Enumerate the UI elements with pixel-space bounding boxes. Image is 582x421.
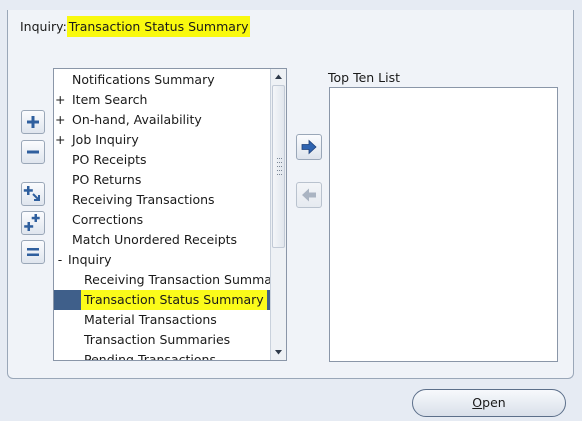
tree-item[interactable]: Transaction Summaries [54,330,270,350]
inquiry-heading: Inquiry: Transaction Status Summary [20,16,251,37]
expand-button[interactable] [21,110,45,134]
top-ten-label: Top Ten List [328,70,401,85]
scroll-up-icon[interactable] [272,70,285,83]
tree-item-label: Item Search [72,92,148,107]
tree-item-label: Pending Transactions [84,352,216,361]
expand-branch-icon [23,186,40,201]
expand-branch-button[interactable] [21,182,45,206]
open-button[interactable]: Open [412,389,566,417]
tree-item[interactable]: Pending Transactions [54,350,270,361]
collapse-node-icon[interactable]: - [55,250,65,270]
tree-scrollbar[interactable] [270,69,286,360]
tree-item-label: Receiving Transactions [72,192,215,207]
expand-all-icon [24,214,40,231]
scrollbar-thumb[interactable] [272,85,285,248]
tree-item-label: Notifications Summary [72,72,215,87]
tree-item-label: Material Transactions [84,312,217,327]
add-to-top-ten-button[interactable] [296,134,322,160]
inquiry-prefix: Inquiry: [20,19,67,34]
tree-item[interactable]: Corrections [54,210,270,230]
tree-item[interactable]: + On-hand, Availability [54,110,270,130]
tree-item[interactable]: Receiving Transactions [54,190,270,210]
tree-item[interactable]: Material Transactions [54,310,270,330]
collapse-all-icon [27,248,39,256]
top-ten-list[interactable] [329,87,558,362]
open-mnemonic: O [472,395,483,410]
tree-item[interactable]: - Inquiry [54,250,270,270]
expand-node-icon[interactable]: + [55,110,65,130]
expand-node-icon[interactable]: + [55,130,65,150]
tree-item[interactable]: Transaction Status Summary [54,290,270,310]
collapse-icon [27,150,39,154]
tree-item[interactable]: PO Receipts [54,150,270,170]
open-label-rest: pen [482,395,506,410]
tree-item-label: Receiving Transaction Summary [84,272,270,287]
collapse-button[interactable] [21,140,45,164]
tree-item-label: PO Returns [72,172,142,187]
tree-item-label: Inquiry [68,252,112,267]
add-right-arrow-icon [301,139,317,155]
tree-item[interactable]: PO Returns [54,170,270,190]
tree-item[interactable]: Receiving Transaction Summary [54,270,270,290]
tree-item-label: Transaction Status Summary [81,290,267,310]
tree-item-label: Match Unordered Receipts [72,232,238,247]
expand-node-icon[interactable]: + [55,90,65,110]
tree-item[interactable]: + Job Inquiry [54,130,270,150]
tree-item-label: Transaction Summaries [84,332,231,347]
expand-all-button[interactable] [21,211,45,235]
tree-item[interactable]: + Item Search [54,90,270,110]
tree-item-label: On-hand, Availability [72,112,202,127]
expand-icon [27,116,39,128]
collapse-all-button[interactable] [21,240,45,264]
tree-item-label: Corrections [72,212,144,227]
remove-from-top-ten-button[interactable] [296,182,322,208]
tree-item[interactable]: Match Unordered Receipts [54,230,270,250]
remove-left-arrow-icon [302,188,316,202]
scroll-down-icon[interactable] [272,346,285,359]
function-tree[interactable]: Notifications Summary + Item Search + On-han… [53,68,287,361]
tree-item-label: Job Inquiry [72,132,139,147]
tree-item[interactable]: Notifications Summary [54,70,270,90]
inquiry-title: Transaction Status Summary [66,16,251,37]
tree-item-label: PO Receipts [72,152,147,167]
